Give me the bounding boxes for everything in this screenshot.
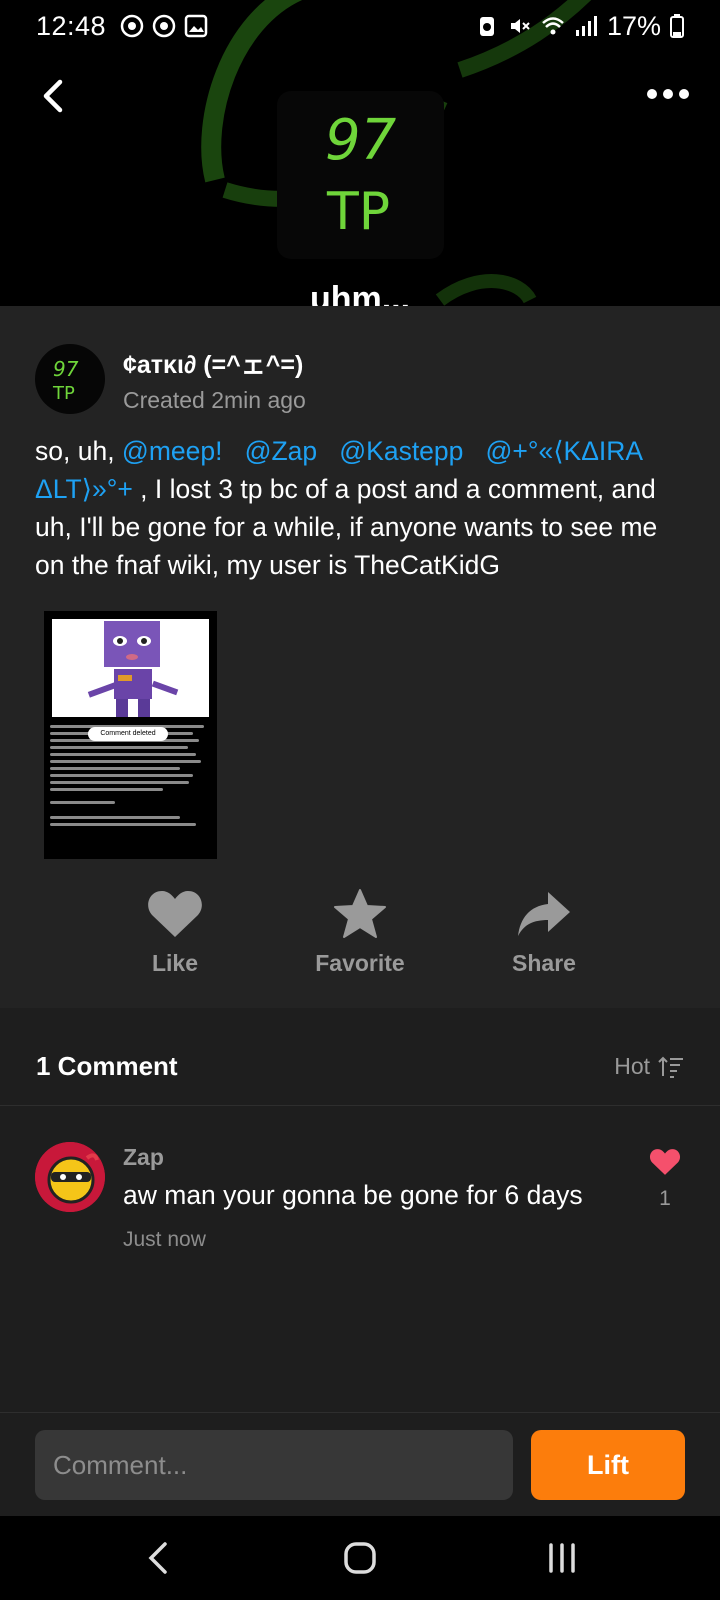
sort-button[interactable]: Hot [614, 1053, 684, 1080]
gallery-icon [184, 14, 208, 38]
comment-item: Zap aw man your gonna be gone for 6 days… [35, 1142, 685, 1282]
author-avatar[interactable]: 97 TP [35, 344, 105, 414]
battery-icon [670, 14, 684, 38]
commenter-name[interactable]: Zap [123, 1144, 164, 1171]
post-body: so, uh, @meep! @Zap @Kastepp @+°«⟨KΔIRA … [35, 432, 685, 584]
comment-deleted-label: Comment deleted [88, 727, 168, 741]
avatar-text-line1: 97 [53, 357, 79, 381]
author-name[interactable]: ¢атκι∂ (=^ェ^=) [123, 345, 306, 381]
cover-text-line2: TP [326, 182, 390, 242]
post-image[interactable]: Comment deleted [44, 611, 217, 859]
comments-section: 1 Comment Hot Zap aw man your gonna be g… [0, 1028, 720, 1412]
favorite-button[interactable]: Favorite [300, 886, 420, 977]
like-button[interactable]: Like [115, 886, 235, 977]
comments-count-title: 1 Comment [36, 1051, 178, 1081]
back-button[interactable] [28, 72, 76, 120]
mention-link[interactable]: @meep! [122, 436, 223, 466]
heart-icon [148, 891, 202, 937]
nav-home-icon [344, 1542, 376, 1574]
comment-input[interactable] [35, 1430, 513, 1500]
nav-recents-button[interactable] [532, 1534, 592, 1582]
signal-icon [575, 16, 597, 36]
commenter-avatar[interactable] [35, 1142, 105, 1212]
image-character-art [52, 619, 209, 717]
star-icon [334, 889, 386, 938]
nav-back-icon [148, 1542, 167, 1574]
lift-button[interactable]: Lift [531, 1430, 685, 1500]
sort-icon [658, 1056, 683, 1078]
post-cover-image: 97 TP [277, 91, 444, 259]
more-options-button[interactable] [638, 74, 698, 114]
mention-link[interactable]: @Zap [245, 436, 318, 466]
comment-composer: Lift [0, 1412, 720, 1516]
comment-like-button[interactable]: 1 [645, 1148, 685, 1211]
system-navigation-bar [0, 1516, 720, 1600]
post-card: 97 TP ¢атκι∂ (=^ェ^=) Created 2min ago so… [0, 306, 720, 1008]
cover-text-line1: 97 [325, 108, 397, 173]
nav-home-button[interactable] [330, 1534, 390, 1582]
mute-icon [510, 19, 530, 33]
heart-icon [649, 1149, 681, 1175]
comment-text: aw man your gonna be gone for 6 days [123, 1180, 583, 1210]
post-author[interactable]: 97 TP ¢атκι∂ (=^ェ^=) Created 2min ago [35, 344, 306, 414]
nav-recents-icon [549, 1543, 575, 1573]
notification-icon [120, 14, 144, 38]
comment-time: Just now [123, 1228, 206, 1251]
avatar-text-line2: TP [52, 383, 75, 404]
more-dots-icon [647, 89, 689, 99]
post-created-time: Created 2min ago [123, 386, 306, 413]
favorite-label: Favorite [315, 950, 405, 976]
post-body-intro: so, uh, [35, 436, 122, 466]
sort-label: Hot [614, 1053, 650, 1079]
status-bar: 12:48 17% [0, 0, 720, 52]
post-title: uhm... [309, 280, 411, 306]
battery-saver-icon [479, 17, 494, 36]
wifi-icon [542, 17, 564, 35]
notification-icon-2 [152, 14, 176, 38]
chevron-left-icon [43, 79, 63, 113]
status-time: 12:48 [36, 10, 107, 41]
battery-level: 17% [606, 10, 661, 41]
comment-like-count: 1 [659, 1187, 671, 1210]
share-arrow-icon [518, 892, 570, 936]
post-hero: 12:48 17% 97 TP uhm... [0, 0, 720, 306]
like-label: Like [151, 950, 199, 976]
nav-back-button[interactable] [128, 1534, 188, 1582]
post-actions: Like Favorite Share [0, 886, 720, 986]
share-button[interactable]: Share [484, 886, 604, 977]
mention-link[interactable]: @Kastepp [339, 436, 463, 466]
comments-header: 1 Comment Hot [0, 1028, 720, 1106]
share-label: Share [512, 950, 576, 976]
